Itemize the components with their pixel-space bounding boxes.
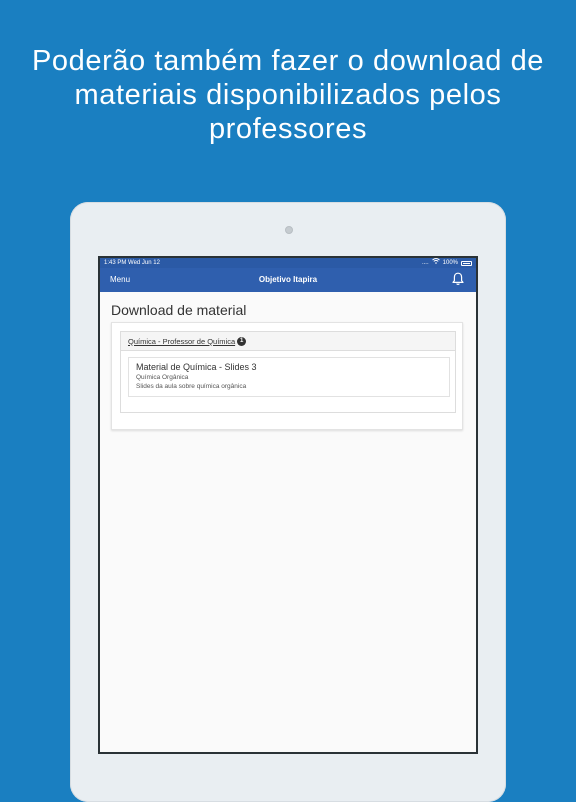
material-item[interactable]: Material de Química - Slides 3 Química O…	[128, 357, 450, 397]
tablet-screen: 1:43 PM Wed Jun 12 .... 100% Menu Objeti…	[98, 256, 478, 754]
battery-icon	[461, 260, 472, 266]
status-right-group: .... 100%	[422, 258, 472, 268]
app-title: Objetivo Itapira	[258, 275, 318, 284]
material-description: Slides da aula sobre química orgânica	[136, 383, 247, 390]
front-camera	[285, 226, 293, 234]
status-bar: 1:43 PM Wed Jun 12 .... 100%	[100, 258, 476, 268]
headline-line-1: Poderão também fazer o download de	[31, 45, 545, 77]
app-navbar: Menu Objetivo Itapira	[100, 268, 476, 292]
material-count-badge: 1	[237, 336, 247, 346]
headline-line-3: professores	[208, 113, 368, 145]
material-title: Material de Química - Slides 3	[136, 362, 257, 372]
page-title: Download de material	[111, 302, 247, 318]
material-subject: Química Orgânica	[136, 374, 189, 381]
subject-panel: Química - Professor de Química 1 Materia…	[120, 331, 456, 413]
signal-dots: ....	[421, 260, 429, 266]
promo-headline: Poderão também fazer o download de mater…	[0, 44, 576, 146]
materials-card: Química - Professor de Química 1 Materia…	[111, 322, 463, 430]
subject-panel-header[interactable]: Química - Professor de Química 1	[121, 332, 455, 351]
app-window: 1:43 PM Wed Jun 12 .... 100% Menu Objeti…	[100, 258, 476, 752]
bell-icon[interactable]	[450, 271, 466, 287]
battery-percent: 100%	[442, 260, 458, 266]
headline-line-2: materiais disponibilizados pelos	[74, 79, 502, 111]
status-time-date: 1:43 PM Wed Jun 12	[104, 260, 160, 266]
subject-group-link[interactable]: Química - Professor de Química	[128, 337, 235, 346]
wifi-icon	[431, 258, 440, 268]
